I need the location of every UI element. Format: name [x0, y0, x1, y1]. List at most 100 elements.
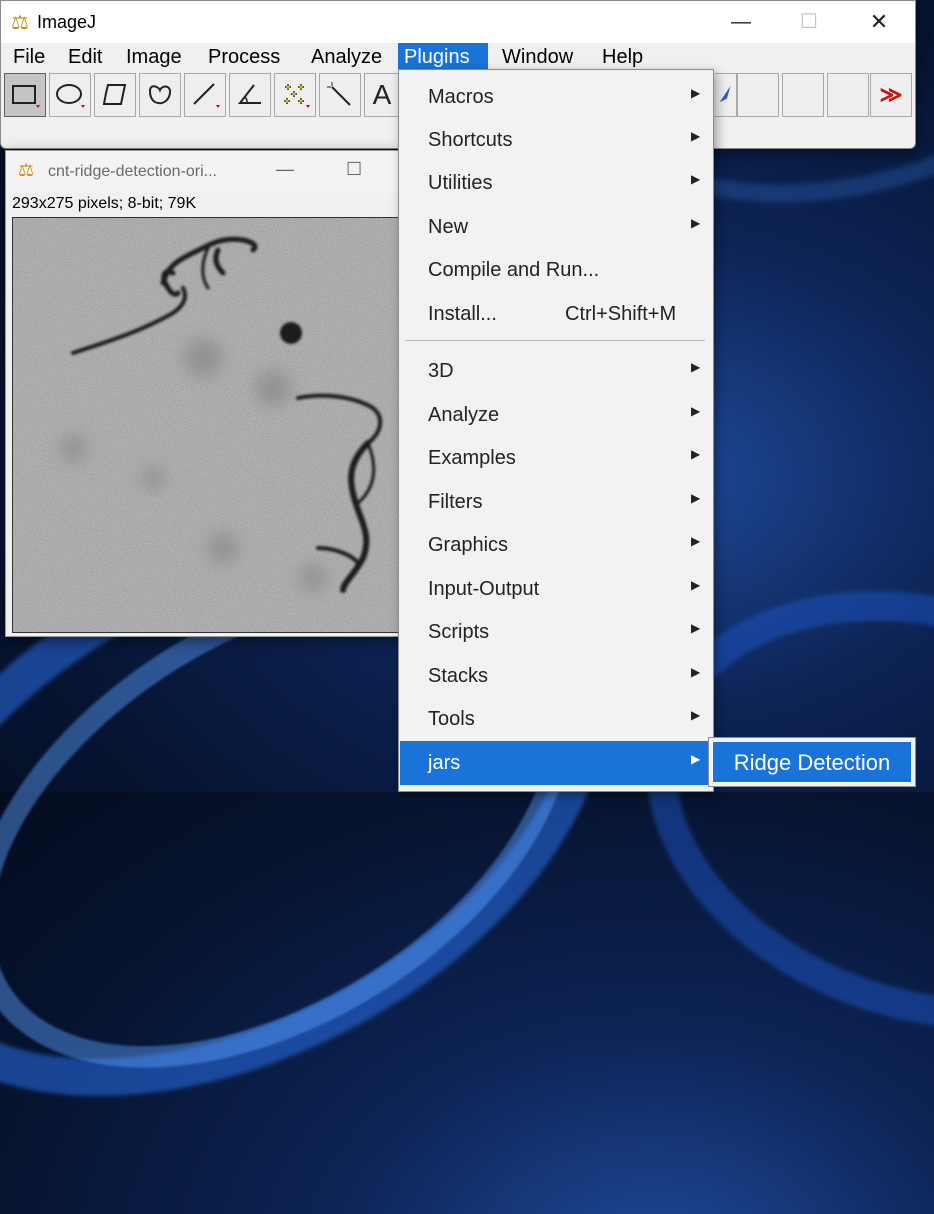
oval-tool-button[interactable]: [49, 73, 91, 117]
polygon-tool-icon: [102, 84, 127, 105]
wand-tool-icon: [327, 82, 351, 106]
menu-item-label: Analyze: [428, 404, 500, 426]
menu-item-jars[interactable]: jars ▶: [400, 741, 712, 785]
rectangle-tool-icon: [12, 85, 40, 108]
menu-process[interactable]: Process: [202, 43, 286, 71]
freehand-tool-button[interactable]: [139, 73, 181, 117]
close-button[interactable]: ✕: [849, 7, 909, 37]
menu-item-label: Shortcuts: [428, 129, 513, 151]
menu-item-label: Graphics: [428, 534, 509, 556]
menu-item-label: Tools: [428, 708, 475, 730]
menu-help[interactable]: Help: [596, 43, 649, 71]
menu-separator: [405, 340, 705, 341]
menu-item-input-output[interactable]: Input-Output ▶: [400, 570, 712, 610]
menu-item-utilities[interactable]: Utilities ▶: [400, 164, 712, 204]
submenu-arrow-icon: ▶: [691, 534, 701, 548]
menu-item-macros[interactable]: Macros ▶: [400, 78, 712, 118]
minimize-button[interactable]: —: [276, 159, 294, 180]
submenu-arrow-icon: ▶: [691, 172, 701, 186]
menu-item-label: Input-Output: [428, 578, 540, 600]
menu-item-label: New: [428, 216, 469, 238]
menu-window[interactable]: Window: [496, 43, 579, 71]
submenu-arrow-icon: ▶: [691, 491, 701, 505]
blank-tool-slot[interactable]: [737, 73, 779, 117]
plugins-dropdown-menu: Macros ▶ Shortcuts ▶ Utilities ▶ New ▶ C…: [398, 69, 714, 792]
image-window-title: cnt-ridge-detection-ori...: [48, 163, 217, 180]
menu-item-graphics[interactable]: Graphics ▶: [400, 526, 712, 566]
submenu-arrow-icon: ▶: [691, 708, 701, 722]
submenu-arrow-icon: ▶: [691, 216, 701, 230]
submenu-arrow-icon: ▶: [691, 447, 701, 461]
menu-item-new[interactable]: New ▶: [400, 208, 712, 248]
menu-item-label: Macros: [428, 86, 494, 108]
menu-edit[interactable]: Edit: [62, 43, 108, 71]
maximize-button[interactable]: ☐: [346, 159, 362, 180]
menu-analyze[interactable]: Analyze: [305, 43, 388, 71]
oval-tool-icon: [56, 84, 85, 108]
menu-item-3d[interactable]: 3D ▶: [400, 352, 712, 392]
menu-item-shortcuts[interactable]: Shortcuts ▶: [400, 121, 712, 161]
text-tool-button[interactable]: A: [364, 73, 400, 117]
dropper-tool-icon: [719, 85, 731, 103]
rectangle-tool-button[interactable]: [4, 73, 46, 117]
submenu-arrow-icon: ▶: [691, 129, 701, 143]
menu-file[interactable]: File: [7, 43, 51, 71]
menu-item-label: Examples: [428, 447, 516, 469]
more-tools-button[interactable]: ≫: [870, 73, 912, 117]
submenu-arrow-icon: ▶: [691, 404, 701, 418]
dropper-tool-button[interactable]: [715, 73, 737, 117]
microscope-icon: ⚖: [18, 160, 35, 180]
jars-submenu: Ridge Detection: [708, 737, 916, 787]
multipoint-tool-icon: [284, 84, 310, 108]
blank-tool-slot[interactable]: [782, 73, 824, 117]
submenu-arrow-icon: ▶: [691, 578, 701, 592]
menu-item-scripts[interactable]: Scripts ▶: [400, 613, 712, 653]
submenu-arrow-icon: ▶: [691, 86, 701, 100]
submenu-arrow-icon: ▶: [691, 752, 701, 766]
menu-item-filters[interactable]: Filters ▶: [400, 483, 712, 523]
wand-tool-button[interactable]: [319, 73, 361, 117]
image-info-text: 293x275 pixels; 8-bit; 79K: [12, 195, 197, 212]
image-title-bar[interactable]: ⚖ cnt-ridge-detection-ori... — ☐: [6, 151, 401, 193]
menu-item-label: Scripts: [428, 621, 490, 643]
menu-item-analyze[interactable]: Analyze ▶: [400, 396, 712, 436]
menu-item-label: Stacks: [428, 665, 489, 687]
minimize-button[interactable]: —: [711, 7, 771, 37]
micrograph-image: [13, 218, 401, 632]
more-tools-icon: ≫: [879, 82, 903, 107]
menu-item-label: Filters: [428, 491, 483, 513]
menu-item-examples[interactable]: Examples ▶: [400, 439, 712, 479]
polygon-tool-button[interactable]: [94, 73, 136, 117]
text-tool-icon: A: [372, 79, 392, 110]
angle-tool-icon: [237, 84, 261, 104]
submenu-arrow-icon: ▶: [691, 360, 701, 374]
maximize-button[interactable]: ☐: [779, 7, 839, 37]
freehand-tool-icon: [148, 85, 172, 105]
menu-item-stacks[interactable]: Stacks ▶: [400, 657, 712, 697]
menu-plugins[interactable]: Plugins: [398, 43, 488, 71]
menu-item-label: Utilities: [428, 172, 493, 194]
submenu-arrow-icon: ▶: [691, 621, 701, 635]
menu-item-ridge-detection[interactable]: Ridge Detection: [712, 741, 912, 783]
menu-image[interactable]: Image: [120, 43, 188, 71]
menu-item-label: jars: [428, 752, 461, 774]
menu-item-install[interactable]: Install... Ctrl+Shift+M: [400, 295, 712, 335]
window-title: ImageJ: [37, 12, 97, 32]
microscope-icon: ⚖: [11, 12, 29, 34]
menu-item-shortcut: Ctrl+Shift+M: [565, 303, 677, 325]
menu-item-label: Compile and Run...: [428, 259, 600, 281]
line-tool-icon: [193, 83, 220, 108]
image-canvas[interactable]: [12, 217, 402, 633]
menu-item-compile-and-run[interactable]: Compile and Run...: [400, 251, 712, 291]
menu-bar: File Edit Image Process Analyze Plugins …: [1, 43, 915, 71]
angle-tool-button[interactable]: [229, 73, 271, 117]
blank-tool-slot[interactable]: [827, 73, 869, 117]
line-tool-button[interactable]: [184, 73, 226, 117]
image-window: ⚖ cnt-ridge-detection-ori... — ☐ 293x275…: [5, 150, 402, 637]
menu-item-label: Install...: [428, 303, 497, 325]
multipoint-tool-button[interactable]: [274, 73, 316, 117]
submenu-arrow-icon: ▶: [691, 665, 701, 679]
menu-item-label: 3D: [428, 360, 454, 382]
title-bar[interactable]: ⚖ ImageJ — ☐ ✕: [1, 1, 915, 43]
menu-item-tools[interactable]: Tools ▶: [400, 700, 712, 740]
